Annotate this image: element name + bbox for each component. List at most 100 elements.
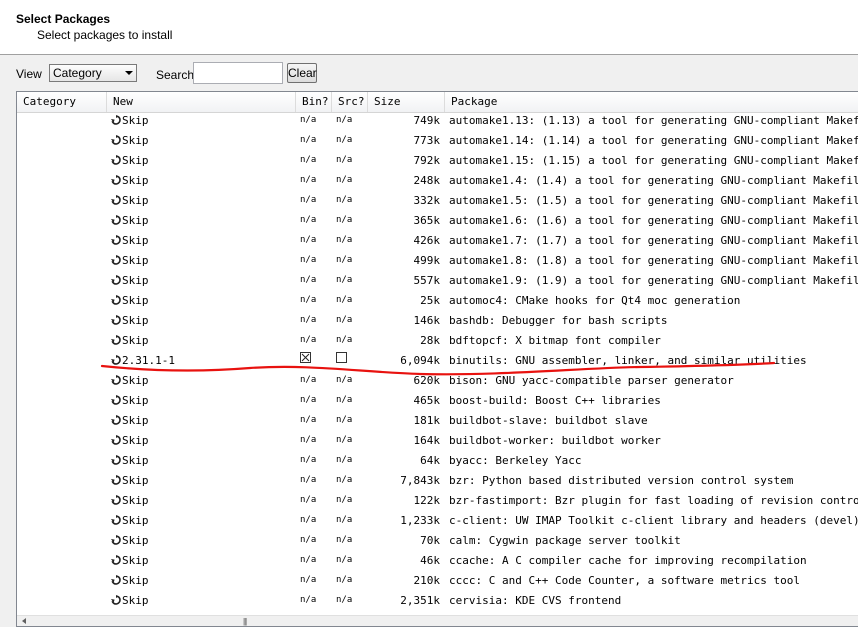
- table-row[interactable]: Skip n/a n/a 70k calm: Cygwin package server…: [17, 532, 858, 552]
- cycle-icon[interactable]: [111, 194, 122, 207]
- table-row[interactable]: Skip n/a n/a 773k automake1.14: (1.14) a too…: [17, 132, 858, 152]
- new-action-cell[interactable]: Skip: [111, 192, 291, 212]
- new-action-cell[interactable]: Skip: [111, 332, 291, 352]
- new-action-cell[interactable]: Skip: [111, 252, 291, 272]
- new-action-cell[interactable]: Skip: [111, 472, 291, 492]
- bin-checkbox-box[interactable]: [300, 352, 311, 363]
- table-row[interactable]: Skip n/a n/a 620k bison: GNU yacc-compatible…: [17, 372, 858, 392]
- src-cell: n/a: [336, 515, 353, 525]
- search-input[interactable]: [193, 62, 283, 84]
- view-select[interactable]: Category: [49, 64, 137, 82]
- table-row[interactable]: Skip n/a n/a 210k cccc: C and C++ Code Count…: [17, 572, 858, 592]
- cycle-icon[interactable]: [111, 594, 122, 607]
- new-action-cell[interactable]: Skip: [111, 592, 291, 612]
- new-action-cell[interactable]: Skip: [111, 292, 291, 312]
- package-list[interactable]: Category New Bin? Src? Size Package Skip…: [16, 91, 858, 627]
- bin-cell: n/a: [300, 155, 317, 165]
- cycle-icon[interactable]: [111, 534, 122, 547]
- size-cell: 365k: [413, 214, 441, 227]
- new-action-cell[interactable]: 2.31.1-1: [111, 352, 291, 372]
- table-row[interactable]: Skip n/a n/a 426k automake1.7: (1.7) a tool …: [17, 232, 858, 252]
- cycle-icon[interactable]: [111, 274, 122, 287]
- new-action-cell[interactable]: Skip: [111, 272, 291, 292]
- column-header-category[interactable]: Category: [17, 92, 107, 112]
- table-row[interactable]: Skip n/a n/a 365k automake1.6: (1.6) a tool …: [17, 212, 858, 232]
- new-action-cell[interactable]: Skip: [111, 172, 291, 192]
- cycle-icon[interactable]: [111, 174, 122, 187]
- column-header-bin[interactable]: Bin?: [296, 92, 332, 112]
- column-header-package[interactable]: Package: [445, 92, 858, 112]
- table-row[interactable]: Skip n/a n/a 25k automoc4: CMake hooks for Q…: [17, 292, 858, 312]
- cycle-icon[interactable]: [111, 374, 122, 387]
- cycle-icon[interactable]: [111, 514, 122, 527]
- column-header-new[interactable]: New: [107, 92, 296, 112]
- cycle-icon[interactable]: [111, 214, 122, 227]
- new-action-cell[interactable]: Skip: [111, 492, 291, 512]
- new-action-cell[interactable]: Skip: [111, 232, 291, 252]
- table-row[interactable]: Skip n/a n/a 792k automake1.15: (1.15) a too…: [17, 152, 858, 172]
- table-row[interactable]: Skip n/a n/a 122k bzr-fastimport: Bzr plugin…: [17, 492, 858, 512]
- new-action-cell[interactable]: Skip: [111, 372, 291, 392]
- table-row[interactable]: Skip n/a n/a 749k automake1.13: (1.13) a too…: [17, 112, 858, 132]
- new-action-cell[interactable]: Skip: [111, 512, 291, 532]
- cycle-icon[interactable]: [111, 394, 122, 407]
- bin-checkbox[interactable]: [300, 352, 330, 372]
- bin-cell: n/a: [300, 295, 317, 305]
- cycle-icon[interactable]: [111, 114, 122, 127]
- new-action-label: Skip: [122, 454, 149, 467]
- cycle-icon[interactable]: [111, 134, 122, 147]
- cycle-icon[interactable]: [111, 154, 122, 167]
- cycle-icon[interactable]: [111, 294, 122, 307]
- table-row[interactable]: Skip n/a n/a 181k buildbot-slave: buildbot s…: [17, 412, 858, 432]
- cycle-icon[interactable]: [111, 314, 122, 327]
- new-action-cell[interactable]: Skip: [111, 412, 291, 432]
- table-row[interactable]: Skip n/a n/a 146k bashdb: Debugger for bash …: [17, 312, 858, 332]
- bin-cell: n/a: [300, 255, 317, 265]
- new-action-cell[interactable]: Skip: [111, 452, 291, 472]
- cycle-icon[interactable]: [111, 434, 122, 447]
- table-row[interactable]: 2.31.1-1 6,094k binutils: GNU assembler, l…: [17, 352, 858, 372]
- table-row[interactable]: Skip n/a n/a 46k ccache: A C compiler cache …: [17, 552, 858, 572]
- new-action-cell[interactable]: Skip: [111, 392, 291, 412]
- new-action-cell[interactable]: Skip: [111, 552, 291, 572]
- new-action-cell[interactable]: Skip: [111, 112, 291, 132]
- new-action-cell[interactable]: Skip: [111, 312, 291, 332]
- clear-button[interactable]: Clear: [287, 63, 317, 83]
- new-action-cell[interactable]: Skip: [111, 152, 291, 172]
- table-row[interactable]: Skip n/a n/a 164k buildbot-worker: buildbot …: [17, 432, 858, 452]
- cycle-icon[interactable]: [111, 334, 122, 347]
- table-row[interactable]: Skip n/a n/a 332k automake1.5: (1.5) a tool …: [17, 192, 858, 212]
- table-row[interactable]: Skip n/a n/a 248k automake1.4: (1.4) a tool …: [17, 172, 858, 192]
- table-row[interactable]: Skip n/a n/a 1,233k c-client: UW IMAP Toolki…: [17, 512, 858, 532]
- cycle-icon[interactable]: [111, 454, 122, 467]
- table-row[interactable]: Skip n/a n/a 64k byacc: Berkeley Yacc: [17, 452, 858, 472]
- cycle-icon[interactable]: [111, 354, 122, 367]
- table-row[interactable]: Skip n/a n/a 557k automake1.9: (1.9) a tool …: [17, 272, 858, 292]
- cycle-icon[interactable]: [111, 414, 122, 427]
- table-row[interactable]: Skip n/a n/a 28k bdftopcf: X bitmap font com…: [17, 332, 858, 352]
- new-action-cell[interactable]: Skip: [111, 132, 291, 152]
- table-row[interactable]: Skip n/a n/a 499k automake1.8: (1.8) a tool …: [17, 252, 858, 272]
- scroll-left-icon[interactable]: [22, 618, 26, 624]
- cycle-icon[interactable]: [111, 474, 122, 487]
- src-cell: n/a: [336, 115, 353, 125]
- cycle-icon[interactable]: [111, 494, 122, 507]
- new-action-cell[interactable]: Skip: [111, 432, 291, 452]
- src-checkbox-box[interactable]: [336, 352, 347, 363]
- new-action-cell[interactable]: Skip: [111, 532, 291, 552]
- cycle-icon[interactable]: [111, 254, 122, 267]
- table-row[interactable]: Skip n/a n/a 7,843k bzr: Python based distri…: [17, 472, 858, 492]
- horizontal-scrollbar[interactable]: |||: [17, 615, 858, 626]
- view-label: View: [16, 67, 42, 81]
- table-row[interactable]: Skip n/a n/a 2,351k cervisia: KDE CVS fronte…: [17, 592, 858, 612]
- column-header-src[interactable]: Src?: [332, 92, 368, 112]
- cycle-icon[interactable]: [111, 554, 122, 567]
- table-row[interactable]: Skip n/a n/a 465k boost-build: Boost C++ lib…: [17, 392, 858, 412]
- column-header-size[interactable]: Size: [368, 92, 445, 112]
- new-action-cell[interactable]: Skip: [111, 572, 291, 592]
- new-action-cell[interactable]: Skip: [111, 212, 291, 232]
- src-checkbox[interactable]: [336, 352, 366, 372]
- scrollbar-grip-icon[interactable]: |||: [243, 617, 247, 626]
- cycle-icon[interactable]: [111, 234, 122, 247]
- cycle-icon[interactable]: [111, 574, 122, 587]
